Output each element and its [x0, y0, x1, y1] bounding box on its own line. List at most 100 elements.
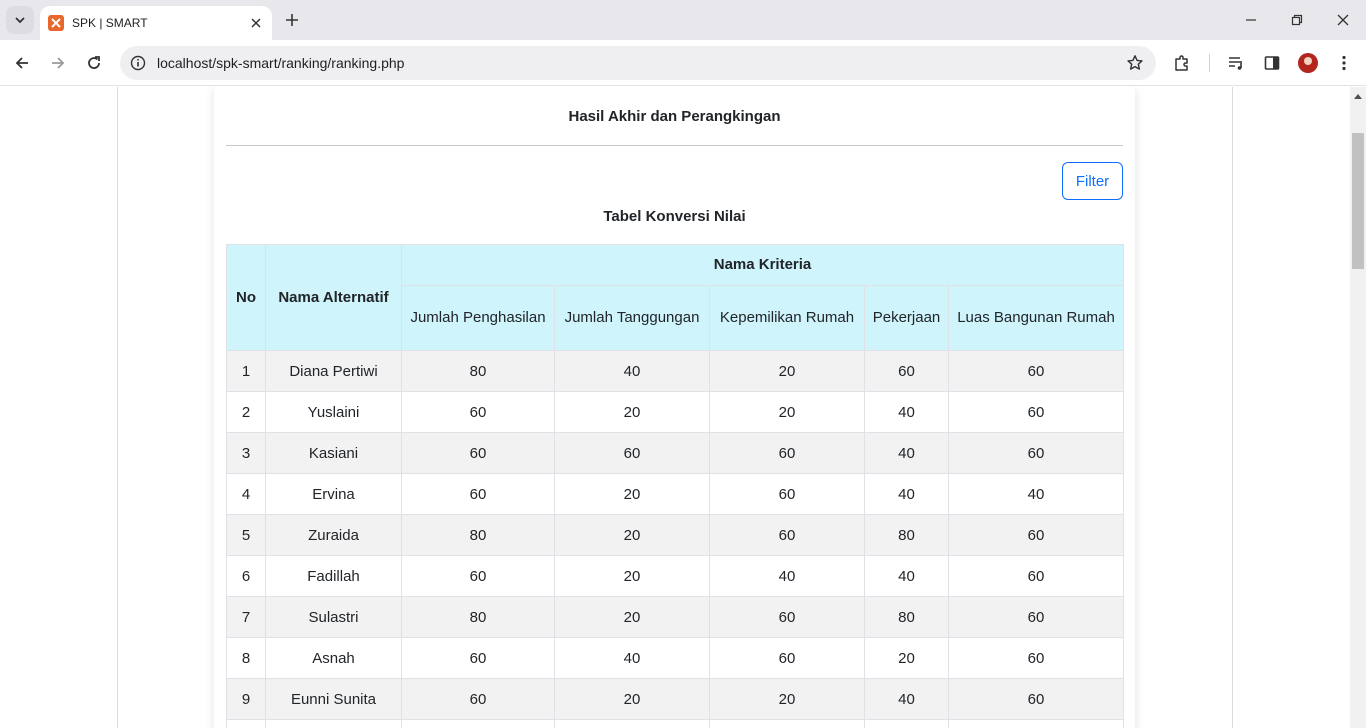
cell-no: 7	[226, 596, 266, 638]
close-icon	[1337, 14, 1349, 26]
cell-value: 40	[864, 432, 949, 474]
header-criteria: Pekerjaan	[864, 285, 949, 351]
scrollbar-thumb[interactable]	[1352, 133, 1364, 269]
cell-value: 80	[864, 596, 949, 638]
cell-value: 60	[947, 555, 1125, 597]
cell-value	[709, 719, 865, 728]
cell-nama: Kasiani	[265, 432, 402, 474]
cell-value: 20	[709, 350, 865, 392]
konversi-table: No Nama Alternatif Nama Kriteria Jumlah …	[226, 244, 1125, 728]
cell-value: 60	[947, 432, 1125, 474]
cell-value: 60	[554, 432, 710, 474]
cell-value: 60	[709, 473, 865, 515]
header-nama-kriteria: Nama Kriteria	[400, 244, 1125, 286]
cell-value: 40	[864, 473, 949, 515]
table-row: 2 Yuslaini 60 20 20 40 60	[226, 391, 1125, 433]
cell-value: 80	[401, 596, 555, 638]
cell-value: 60	[401, 391, 555, 433]
cell-value: 20	[554, 678, 710, 720]
back-button[interactable]	[8, 49, 36, 77]
cell-value: 60	[947, 637, 1125, 679]
cell-no: 3	[226, 432, 266, 474]
cell-no: 2	[226, 391, 266, 433]
cell-value: 60	[709, 637, 865, 679]
cell-nama: Sulastri	[265, 596, 402, 638]
header-criteria: Jumlah Tanggungan	[554, 285, 710, 351]
cell-value: 60	[401, 473, 555, 515]
page-scrollbar[interactable]	[1350, 87, 1366, 728]
cell-nama: Diana Pertiwi	[265, 350, 402, 392]
cell-value: 20	[864, 637, 949, 679]
card-divider	[226, 145, 1123, 146]
cell-value: 20	[554, 596, 710, 638]
menu-kebab-icon[interactable]	[1334, 53, 1354, 73]
table-row: 9 Eunni Sunita 60 20 20 40 60	[226, 678, 1125, 720]
cell-value: 20	[554, 473, 710, 515]
reload-button[interactable]	[80, 49, 108, 77]
cell-value	[401, 719, 555, 728]
forward-button[interactable]	[44, 49, 72, 77]
cell-value: 60	[947, 391, 1125, 433]
cell-no: 9	[226, 678, 266, 720]
cell-value: 80	[401, 514, 555, 556]
cell-value: 40	[554, 637, 710, 679]
bookmark-star-icon[interactable]	[1126, 54, 1144, 72]
cell-no: 1	[226, 350, 266, 392]
cell-value	[554, 719, 710, 728]
filter-button[interactable]: Filter	[1062, 162, 1123, 200]
cell-value: 60	[947, 678, 1125, 720]
cell-no: 4	[226, 473, 266, 515]
header-criteria: Luas Bangunan Rumah	[947, 285, 1125, 351]
browser-toolbar: localhost/spk-smart/ranking/ranking.php	[0, 40, 1366, 86]
restore-button[interactable]	[1274, 0, 1320, 40]
cell-value: 20	[709, 391, 865, 433]
cell-value: 60	[709, 596, 865, 638]
cell-nama: Eunni Sunita	[265, 678, 402, 720]
media-control-icon[interactable]	[1226, 53, 1246, 73]
table-row: 7 Sulastri 80 20 60 80 60	[226, 596, 1125, 638]
new-tab-button[interactable]	[280, 8, 304, 32]
extensions-icon[interactable]	[1172, 53, 1192, 73]
active-tab[interactable]: SPK | SMART	[40, 6, 272, 40]
cell-value: 80	[864, 514, 949, 556]
close-window-button[interactable]	[1320, 0, 1366, 40]
cell-nama: Zuraida	[265, 514, 402, 556]
cell-value: 60	[947, 596, 1125, 638]
cell-value: 60	[864, 350, 949, 392]
url-text[interactable]: localhost/spk-smart/ranking/ranking.php	[157, 55, 404, 71]
address-bar[interactable]: localhost/spk-smart/ranking/ranking.php	[120, 46, 1156, 80]
ranking-card: Hasil Akhir dan Perangkingan Filter Tabe…	[214, 87, 1135, 728]
cell-no: 6	[226, 555, 266, 597]
cell-value: 60	[401, 432, 555, 474]
cell-value: 40	[864, 391, 949, 433]
cell-value: 20	[554, 514, 710, 556]
site-info-icon[interactable]	[128, 53, 148, 73]
cell-value: 60	[401, 555, 555, 597]
arrow-left-icon	[15, 57, 28, 69]
cell-value: 60	[401, 637, 555, 679]
cell-value: 20	[554, 555, 710, 597]
cell-value: 60	[947, 514, 1125, 556]
profile-avatar[interactable]	[1298, 53, 1318, 73]
side-panel-icon[interactable]	[1262, 53, 1282, 73]
header-criteria: Kepemilikan Rumah	[709, 285, 865, 351]
cell-value: 40	[947, 473, 1125, 515]
plus-icon	[286, 14, 298, 26]
cell-value: 20	[709, 678, 865, 720]
table-row: 1 Diana Pertiwi 80 40 20 60 60	[226, 350, 1125, 392]
table-body: 1 Diana Pertiwi 80 40 20 60 60 2 Yuslain…	[226, 350, 1125, 728]
scroll-up-arrow-icon[interactable]	[1350, 87, 1366, 104]
cell-no: 5	[226, 514, 266, 556]
minimize-icon	[1246, 19, 1256, 21]
cell-nama: Asnah	[265, 637, 402, 679]
cell-value: 40	[864, 678, 949, 720]
header-no: No	[226, 244, 266, 351]
cell-no: 8	[226, 637, 266, 679]
cell-no	[226, 719, 266, 728]
minimize-button[interactable]	[1228, 0, 1274, 40]
header-nama-alternatif: Nama Alternatif	[265, 244, 402, 351]
page-viewport: Hasil Akhir dan Perangkingan Filter Tabe…	[0, 87, 1350, 728]
tab-close-icon[interactable]	[248, 15, 264, 31]
header-criteria: Jumlah Penghasilan	[401, 285, 555, 351]
tab-search-button[interactable]	[6, 6, 34, 34]
